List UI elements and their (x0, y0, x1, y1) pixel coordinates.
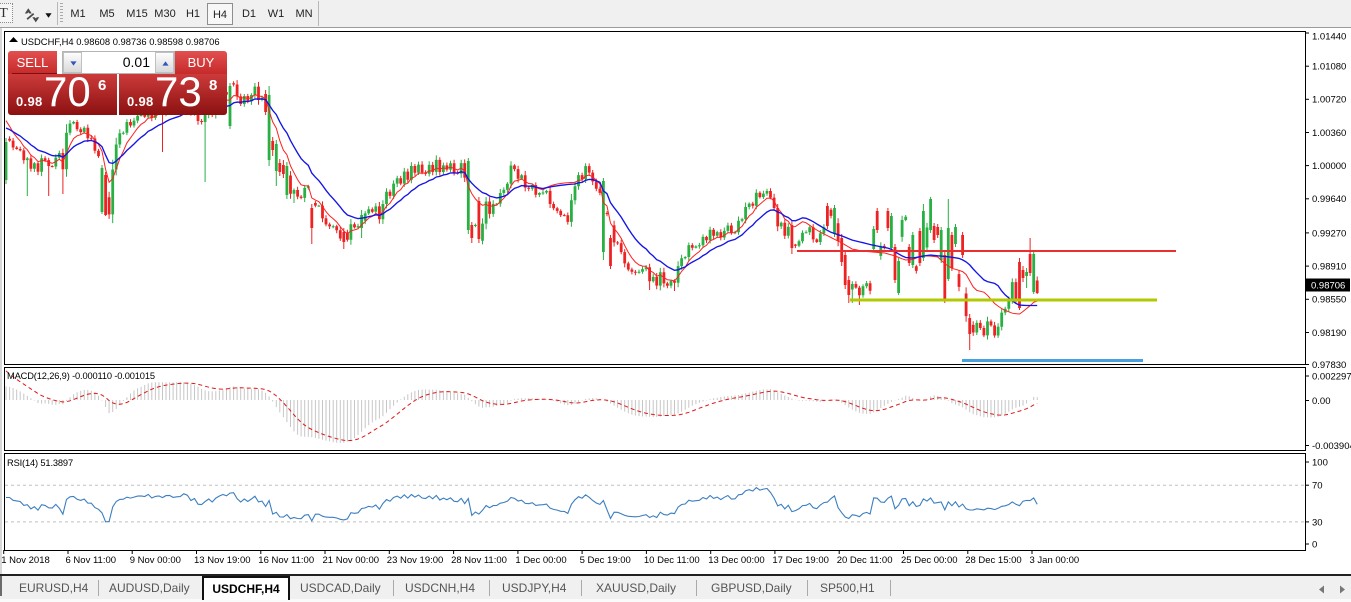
svg-text:1.01440: 1.01440 (1312, 31, 1346, 42)
svg-text:6 Nov 11:00: 6 Nov 11:00 (66, 555, 117, 566)
svg-text:23 Nov 19:00: 23 Nov 19:00 (387, 555, 444, 566)
svg-text:3 Jan 00:00: 3 Jan 00:00 (1030, 555, 1080, 566)
svg-text:0.98910: 0.98910 (1312, 262, 1346, 273)
svg-text:1.01080: 1.01080 (1312, 62, 1346, 73)
svg-text:13 Dec 00:00: 13 Dec 00:00 (708, 555, 765, 566)
svg-text:0.002297: 0.002297 (1312, 371, 1351, 382)
svg-text:13 Nov 19:00: 13 Nov 19:00 (194, 555, 251, 566)
svg-text:0.00: 0.00 (1312, 396, 1331, 407)
svg-text:0.99640: 0.99640 (1312, 194, 1346, 205)
svg-text:0.98190: 0.98190 (1312, 328, 1346, 339)
svg-text:USDCHF,H4 0.98608 0.98736 0.9: USDCHF,H4 0.98608 0.98736 0.98598 0.9870… (21, 36, 220, 47)
svg-text:1.00720: 1.00720 (1312, 95, 1346, 106)
svg-text:70: 70 (1312, 481, 1323, 492)
svg-text:10 Dec 11:00: 10 Dec 11:00 (644, 555, 700, 566)
svg-text:16 Nov 11:00: 16 Nov 11:00 (258, 555, 314, 566)
svg-text:25 Dec 00:00: 25 Dec 00:00 (901, 555, 958, 566)
svg-text:21 Nov 00:00: 21 Nov 00:00 (323, 555, 380, 566)
svg-text:0.97830: 0.97830 (1312, 360, 1346, 371)
svg-text:5 Dec 19:00: 5 Dec 19:00 (580, 555, 631, 566)
svg-text:0: 0 (1312, 539, 1317, 550)
svg-text:MACD(12,26,9) -0.000110 -0.001: MACD(12,26,9) -0.000110 -0.001015 (7, 371, 155, 381)
svg-text:100: 100 (1312, 457, 1328, 468)
svg-text:0.98550: 0.98550 (1312, 295, 1346, 306)
svg-text:28 Dec 15:00: 28 Dec 15:00 (965, 555, 1022, 566)
svg-text:1 Dec 00:00: 1 Dec 00:00 (515, 555, 566, 566)
svg-text:1 Nov 2018: 1 Nov 2018 (1, 555, 50, 566)
svg-text:RSI(14) 51.3897: RSI(14) 51.3897 (7, 458, 73, 468)
svg-text:1.00000: 1.00000 (1312, 161, 1346, 172)
svg-text:17 Dec 19:00: 17 Dec 19:00 (772, 555, 829, 566)
svg-text:9 Nov 00:00: 9 Nov 00:00 (130, 555, 181, 566)
svg-text:0.99270: 0.99270 (1312, 228, 1346, 239)
svg-text:-0.003904: -0.003904 (1312, 441, 1351, 452)
svg-text:1.00360: 1.00360 (1312, 128, 1346, 139)
svg-text:0.98706: 0.98706 (1311, 281, 1345, 292)
svg-text:28 Nov 11:00: 28 Nov 11:00 (451, 555, 507, 566)
svg-text:20 Dec 11:00: 20 Dec 11:00 (837, 555, 893, 566)
svg-text:30: 30 (1312, 517, 1323, 528)
